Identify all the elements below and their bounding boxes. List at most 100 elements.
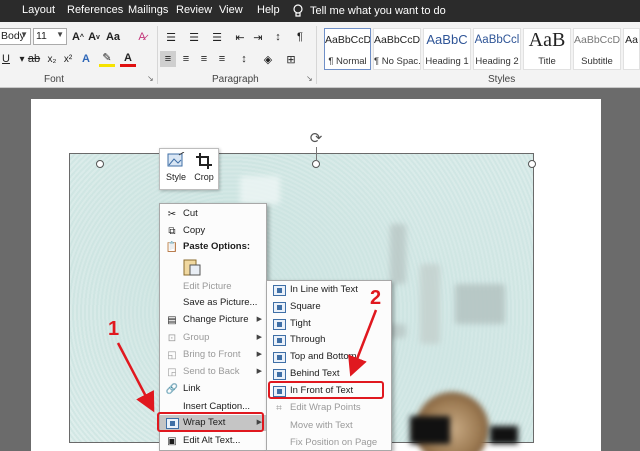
align-right-icon[interactable]: ≡	[196, 51, 212, 67]
paste-picture-icon[interactable]	[182, 257, 202, 277]
underline-icon[interactable]: U	[0, 51, 14, 67]
font-color-icon[interactable]: A	[120, 51, 136, 67]
shrink-font-icon[interactable]: Av	[86, 29, 102, 45]
resize-handle-top-left[interactable]	[96, 160, 104, 168]
style-heading-1[interactable]: AaBbC Heading 1	[423, 28, 471, 70]
menu-item-edit-picture[interactable]: Edit Picture	[160, 279, 266, 295]
menu-item-link[interactable]: 🔗 Link	[160, 381, 266, 397]
align-center-icon[interactable]: ≡	[178, 51, 194, 67]
blurred-area	[390, 224, 406, 284]
rotate-handle-icon[interactable]: ⟳	[308, 131, 324, 147]
resize-handle-top[interactable]	[312, 160, 320, 168]
edit-wrap-points-icon: ⌗	[276, 402, 282, 414]
group-label-font: Font	[44, 74, 65, 85]
send-back-icon: ◲	[167, 366, 177, 378]
tell-me-box[interactable]: Tell me what you want to do	[292, 2, 446, 20]
strikethrough-icon[interactable]: ab	[26, 51, 42, 67]
menu-item-change-picture[interactable]: ▤ Change Picture ▶	[160, 312, 266, 328]
menu-item-copy[interactable]: ⧉ Copy	[160, 223, 266, 239]
resize-handle-top-right[interactable]	[528, 160, 536, 168]
crop-icon	[196, 153, 212, 169]
menu-item-edit-alt-text[interactable]: ▣ Edit Alt Text...	[160, 433, 266, 449]
tab-view[interactable]: View	[219, 4, 243, 16]
submenu-arrow-icon: ▶	[256, 351, 262, 358]
paragraph-dialog-launcher-icon[interactable]: ↘	[306, 75, 314, 83]
wrap-edit-wrap-points[interactable]: ⌗ Edit Wrap Points	[267, 400, 391, 416]
ribbon-tab-bar: Layout References Mailings Review View H…	[0, 0, 640, 22]
tab-review[interactable]: Review	[176, 4, 212, 16]
menu-item-bring-to-front[interactable]: ◱ Bring to Front ▶	[160, 347, 266, 363]
menu-item-label: Square	[290, 301, 321, 312]
submenu-arrow-icon: ▶	[256, 334, 262, 341]
increase-indent-icon[interactable]: ⇥	[250, 29, 266, 45]
menu-item-group[interactable]: ⊡ Group ▶	[160, 330, 266, 346]
font-name-combo[interactable]: Body ▼	[0, 28, 31, 45]
sort-icon[interactable]: ↕	[270, 29, 286, 45]
borders-icon[interactable]: ⊞	[283, 51, 299, 67]
show-marks-icon[interactable]: ¶	[292, 29, 308, 45]
style-no-spacing[interactable]: AaBbCcDc ¶ No Spac...	[373, 28, 421, 70]
menu-item-label: Bring to Front	[183, 349, 241, 360]
wrap-through[interactable]: Through	[267, 332, 391, 348]
style-sample: Aa	[625, 34, 638, 46]
tab-layout[interactable]: Layout	[22, 4, 55, 16]
tab-help[interactable]: Help	[257, 4, 280, 16]
menu-item-label: Change Picture	[183, 314, 249, 325]
style-sample: AaB	[528, 29, 566, 51]
style-button[interactable]: Style	[162, 152, 190, 188]
clear-format-icon[interactable]: A̷	[134, 29, 150, 45]
crop-button[interactable]: Crop	[190, 152, 218, 188]
blurred-area	[455, 284, 505, 324]
wrap-move-with-text[interactable]: Move with Text	[267, 418, 391, 434]
wrap-tight[interactable]: Tight	[267, 316, 391, 332]
link-icon: 🔗	[165, 383, 179, 395]
subscript-icon[interactable]: x₂	[44, 51, 60, 67]
grow-font-icon[interactable]: A ^	[70, 29, 86, 45]
crop-button-label: Crop	[194, 172, 214, 182]
wrap-fix-position-on-page[interactable]: Fix Position on Page	[267, 435, 391, 451]
highlight-box-in-front-of-text	[268, 381, 384, 399]
submenu-arrow-icon: ▶	[256, 316, 262, 323]
style-sample: AaBbCcD	[574, 34, 621, 46]
font-size-combo[interactable]: 11 ▼	[33, 28, 67, 45]
justify-icon[interactable]: ≡	[214, 51, 230, 67]
line-spacing-icon[interactable]: ↕	[236, 51, 252, 67]
style-sample: AaBbC	[426, 32, 468, 47]
style-title[interactable]: AaB Title	[523, 28, 571, 70]
mini-toolbar: Style Crop	[159, 148, 219, 190]
style-sample: AaBbCcl	[474, 34, 520, 46]
style-name: Heading 1	[425, 56, 469, 67]
superscript-icon[interactable]: x²	[60, 51, 76, 67]
menu-item-label: Edit Wrap Points	[290, 402, 361, 413]
menu-item-label: Paste Options:	[183, 241, 251, 252]
menu-item-label: Through	[290, 334, 326, 345]
menu-item-send-to-back[interactable]: ◲ Send to Back ▶	[160, 364, 266, 380]
menu-item-save-as-picture[interactable]: Save as Picture...	[160, 295, 266, 311]
menu-item-label: In Line with Text	[290, 284, 358, 295]
style-subtitle[interactable]: AaBbCcD Subtitle	[573, 28, 621, 70]
style-more[interactable]: Aa	[623, 28, 640, 70]
wrap-behind-text[interactable]: Behind Text	[267, 366, 391, 382]
annotation-step-1: 1	[108, 318, 120, 340]
text-effects-icon[interactable]: A	[78, 51, 94, 67]
style-sample: AaBbCcDc	[374, 34, 421, 46]
group-label-styles: Styles	[488, 74, 516, 85]
style-normal[interactable]: AaBbCcDc ¶ Normal	[324, 28, 371, 70]
tab-mailings[interactable]: Mailings	[128, 4, 168, 16]
font-dialog-launcher-icon[interactable]: ↘	[147, 75, 155, 83]
bullets-icon[interactable]: ☰	[163, 29, 179, 45]
align-left-icon[interactable]: ≡	[160, 51, 176, 67]
tab-references[interactable]: References	[67, 4, 123, 16]
font-size-value: 11	[36, 30, 47, 42]
submenu-arrow-icon: ▶	[256, 368, 262, 375]
change-case-icon[interactable]: Aa	[105, 29, 121, 45]
shading-icon[interactable]: ◈	[260, 51, 276, 67]
decrease-indent-icon[interactable]: ⇤	[232, 29, 248, 45]
redacted-block	[490, 426, 518, 444]
multilevel-list-icon[interactable]: ☰	[209, 29, 225, 45]
style-heading-2[interactable]: AaBbCcl Heading 2	[473, 28, 521, 70]
menu-item-cut[interactable]: ✂ Cut	[160, 206, 266, 222]
wrap-top-and-bottom[interactable]: Top and Bottom	[267, 349, 391, 365]
numbering-icon[interactable]: ☰	[186, 29, 202, 45]
highlight-icon[interactable]: ✎	[99, 51, 115, 67]
